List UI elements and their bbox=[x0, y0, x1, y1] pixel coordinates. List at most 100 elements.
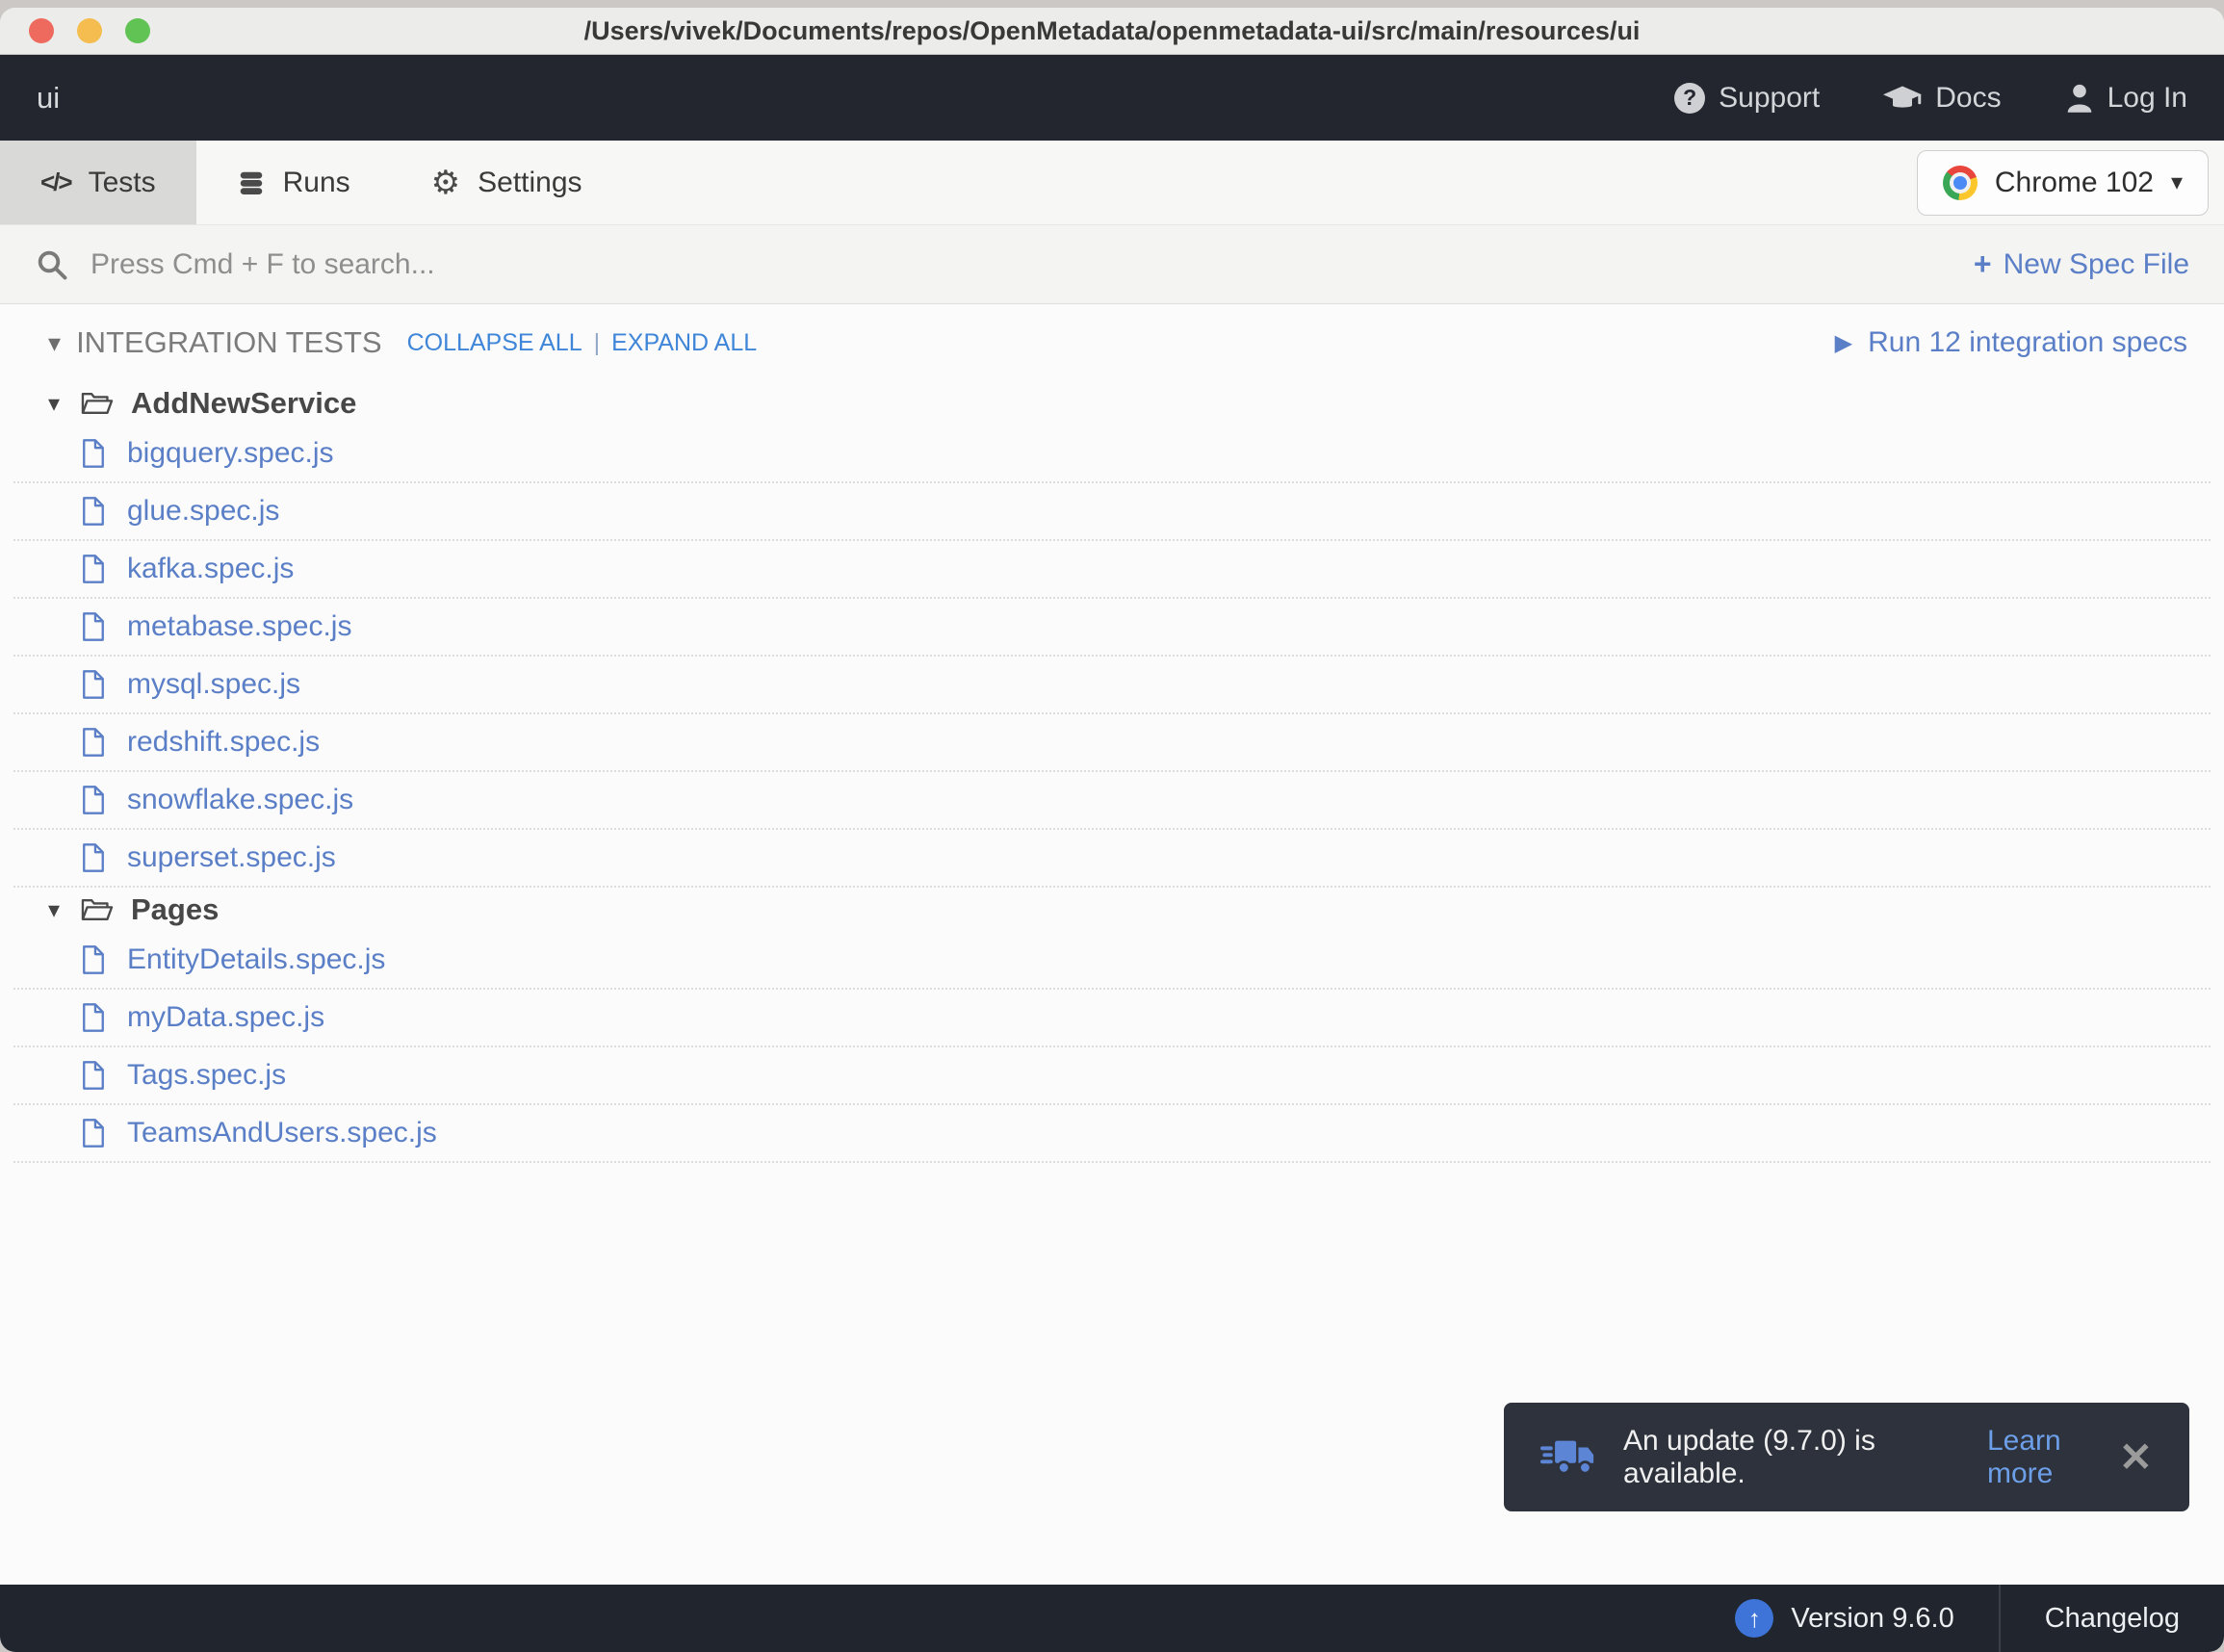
header-links: ? Support Docs Log In bbox=[1674, 82, 2187, 115]
spec-file-name: metabase.spec.js bbox=[127, 610, 352, 642]
play-icon: ▶ bbox=[1834, 329, 1853, 356]
spec-file-row[interactable]: glue.spec.js bbox=[13, 483, 2211, 541]
window-title-path: /Users/vivek/Documents/repos/OpenMetadat… bbox=[583, 15, 1641, 45]
open-folder-icon bbox=[81, 390, 114, 417]
tab-runs[interactable]: Runs bbox=[196, 141, 391, 224]
open-folder-icon bbox=[81, 896, 114, 923]
expand-all-link[interactable]: EXPAND ALL bbox=[611, 329, 757, 357]
minimize-window-button[interactable] bbox=[77, 18, 102, 43]
login-link[interactable]: Log In bbox=[2065, 82, 2187, 115]
search-input[interactable] bbox=[91, 247, 1974, 281]
docs-label: Docs bbox=[1935, 81, 2002, 114]
file-icon bbox=[81, 554, 106, 584]
spec-file-name: snowflake.spec.js bbox=[127, 784, 354, 815]
version-label: Version 9.6.0 bbox=[1791, 1602, 1954, 1634]
macos-titlebar: /Users/vivek/Documents/repos/OpenMetadat… bbox=[0, 8, 2224, 55]
spec-file-name: mysql.spec.js bbox=[127, 668, 301, 700]
tab-bar: </> Tests Runs ⚙ Settings Chrome 102 ▾ bbox=[0, 141, 2224, 225]
new-spec-file-label: New Spec File bbox=[2003, 247, 2189, 280]
file-icon bbox=[81, 842, 106, 873]
tab-tests[interactable]: </> Tests bbox=[0, 141, 196, 224]
login-label: Log In bbox=[2107, 81, 2187, 114]
spec-file-name: bigquery.spec.js bbox=[127, 437, 334, 469]
spec-file-name: kafka.spec.js bbox=[127, 553, 295, 584]
section-title: INTEGRATION TESTS bbox=[76, 325, 382, 359]
spec-file-row[interactable]: kafka.spec.js bbox=[13, 541, 2211, 599]
code-icon: </> bbox=[40, 168, 73, 196]
user-icon bbox=[2065, 83, 2094, 114]
spec-file-row[interactable]: myData.spec.js bbox=[13, 990, 2211, 1047]
spec-file-row[interactable]: Tags.spec.js bbox=[13, 1047, 2211, 1105]
spec-file-name: redshift.spec.js bbox=[127, 726, 321, 758]
run-all-specs-label: Run 12 integration specs bbox=[1868, 326, 2187, 358]
chevron-down-icon: ▾ bbox=[2170, 169, 2183, 195]
database-stack-icon bbox=[237, 168, 266, 197]
file-icon bbox=[81, 669, 106, 700]
file-icon bbox=[81, 944, 106, 975]
close-icon[interactable]: ✕ bbox=[2119, 1436, 2153, 1478]
tab-runs-label: Runs bbox=[282, 166, 350, 198]
spec-file-name: myData.spec.js bbox=[127, 1001, 325, 1033]
plus-icon: + bbox=[1973, 246, 1992, 281]
file-icon bbox=[81, 727, 106, 758]
zoom-window-button[interactable] bbox=[125, 18, 150, 43]
spec-file-row[interactable]: bigquery.spec.js bbox=[13, 426, 2211, 483]
folder-name: Pages bbox=[131, 892, 220, 926]
run-all-specs-button[interactable]: ▶ Run 12 integration specs bbox=[1835, 326, 2187, 359]
file-icon bbox=[81, 1060, 106, 1091]
folder-row-pages[interactable]: ▾ Pages bbox=[0, 888, 2224, 932]
spec-file-name: EntityDetails.spec.js bbox=[127, 943, 386, 975]
window-controls bbox=[29, 8, 150, 54]
search-icon bbox=[35, 247, 69, 282]
spec-file-row[interactable]: redshift.spec.js bbox=[13, 714, 2211, 772]
collapse-all-link[interactable]: COLLAPSE ALL bbox=[407, 329, 582, 357]
docs-link[interactable]: Docs bbox=[1883, 81, 2002, 115]
browser-select-label: Chrome 102 bbox=[1994, 166, 2154, 198]
section-links: COLLAPSE ALL | EXPAND ALL bbox=[407, 329, 758, 357]
spec-file-row[interactable]: metabase.spec.js bbox=[13, 599, 2211, 657]
browser-select-dropdown[interactable]: Chrome 102 ▾ bbox=[1916, 149, 2209, 216]
footer-bar: ↑ Version 9.6.0 Changelog bbox=[0, 1585, 2224, 1652]
changelog-button[interactable]: Changelog bbox=[2001, 1585, 2224, 1652]
spec-file-row[interactable]: superset.spec.js bbox=[13, 830, 2211, 888]
folder-caret-icon: ▾ bbox=[48, 896, 61, 923]
version-button[interactable]: ↑ Version 9.6.0 bbox=[1691, 1585, 1998, 1652]
support-label: Support bbox=[1719, 81, 1821, 114]
new-spec-file-button[interactable]: + New Spec File bbox=[1974, 246, 2189, 282]
file-icon bbox=[81, 496, 106, 527]
spec-list-panel: ▾ INTEGRATION TESTS COLLAPSE ALL | EXPAN… bbox=[0, 304, 2224, 1585]
project-name: ui bbox=[37, 80, 61, 115]
close-window-button[interactable] bbox=[29, 18, 54, 43]
file-icon bbox=[81, 611, 106, 642]
spec-file-row[interactable]: TeamsAndUsers.spec.js bbox=[13, 1105, 2211, 1163]
spec-file-name: glue.spec.js bbox=[127, 495, 280, 527]
integration-tests-header: ▾ INTEGRATION TESTS COLLAPSE ALL | EXPAN… bbox=[0, 304, 2224, 381]
gear-icon: ⚙ bbox=[430, 164, 461, 201]
spec-file-row[interactable]: snowflake.spec.js bbox=[13, 772, 2211, 830]
app-header: ui ? Support Docs Log In bbox=[0, 55, 2224, 141]
file-icon bbox=[81, 438, 106, 469]
update-message: An update (9.7.0) is available. bbox=[1623, 1424, 1875, 1489]
app-window: /Users/vivek/Documents/repos/OpenMetadat… bbox=[0, 8, 2224, 1652]
file-icon bbox=[81, 785, 106, 815]
tab-tests-label: Tests bbox=[88, 166, 156, 198]
spec-file-row[interactable]: EntityDetails.spec.js bbox=[13, 932, 2211, 990]
support-link[interactable]: ? Support bbox=[1674, 82, 1820, 115]
update-arrow-icon: ↑ bbox=[1735, 1599, 1774, 1638]
tab-settings-label: Settings bbox=[478, 166, 582, 198]
file-icon bbox=[81, 1002, 106, 1033]
spec-file-name: superset.spec.js bbox=[127, 841, 336, 873]
spec-file-row[interactable]: mysql.spec.js bbox=[13, 657, 2211, 714]
changelog-label: Changelog bbox=[2044, 1602, 2180, 1634]
search-bar: + New Spec File bbox=[0, 225, 2224, 304]
folder-row-addnewservice[interactable]: ▾ AddNewService bbox=[0, 381, 2224, 426]
spec-file-name: TeamsAndUsers.spec.js bbox=[127, 1117, 437, 1149]
spec-file-name: Tags.spec.js bbox=[127, 1059, 287, 1091]
folder-name: AddNewService bbox=[131, 386, 357, 420]
update-toast: An update (9.7.0) is available. Learn mo… bbox=[1504, 1403, 2189, 1511]
graduation-cap-icon bbox=[1883, 85, 1923, 112]
learn-more-link[interactable]: Learn more bbox=[1987, 1425, 2119, 1490]
section-collapse-caret-icon[interactable]: ▾ bbox=[48, 328, 61, 358]
tab-settings[interactable]: ⚙ Settings bbox=[391, 141, 623, 224]
help-icon: ? bbox=[1674, 82, 1706, 114]
